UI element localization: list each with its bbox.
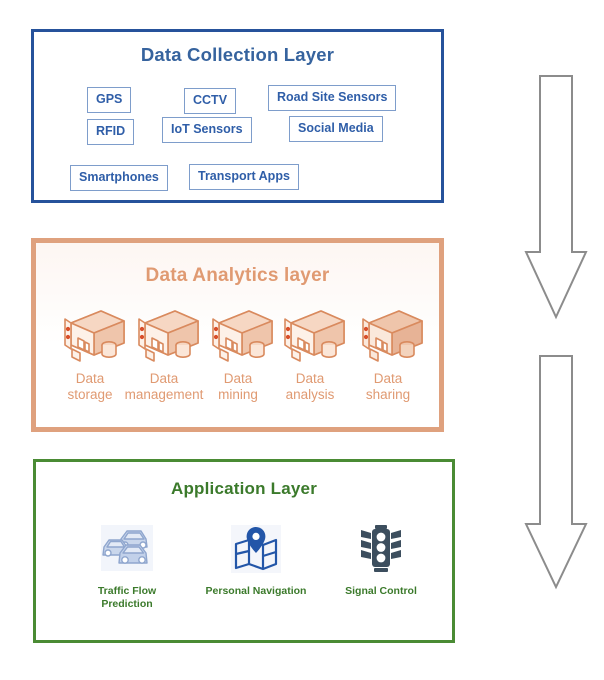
tag-cctv[interactable]: CCTV	[184, 88, 237, 114]
arrow-analytics-to-application	[524, 355, 588, 590]
data-analytics-layer-box: Data Analytics layer Data storage Data m…	[31, 238, 444, 432]
tag-gps[interactable]: GPS	[87, 87, 132, 113]
application-layer-title: Application Layer	[170, 479, 318, 498]
tag-smartphones[interactable]: Smartphones	[70, 165, 168, 191]
app-icon-wrapper	[72, 520, 182, 578]
application-item-label: Traffic Flow Prediction	[97, 585, 157, 611]
application-layer-box: Application Layer Traffic Flow Predictio…	[33, 459, 455, 643]
tag-road-site-sensors[interactable]: Road Site Sensors	[268, 85, 397, 111]
cars-traffic-icon	[101, 525, 153, 571]
application-item-signal-control[interactable]: Signal Control	[321, 520, 441, 598]
diagram-canvas: Data Collection Layer GPS CCTV Road Site…	[0, 0, 604, 680]
tag-transport-apps[interactable]: Transport Apps	[189, 164, 299, 190]
server-icon	[284, 310, 345, 362]
analytics-node-data-sharing[interactable]: Data sharing	[342, 305, 434, 403]
map-pin-icon	[231, 525, 281, 573]
arrow-collection-to-analytics	[524, 75, 588, 320]
analytics-node-label: Data sharing	[365, 371, 411, 402]
application-item-label: Signal Control	[345, 585, 417, 597]
traffic-light-icon	[361, 525, 401, 572]
tag-rfid[interactable]: RFID	[87, 119, 135, 145]
tag-iot-sensors[interactable]: IoT Sensors	[162, 117, 252, 143]
server-icon	[362, 310, 423, 362]
tag-social-media[interactable]: Social Media	[289, 116, 383, 142]
application-item-personal-navigation[interactable]: Personal Navigation	[176, 520, 336, 598]
data-analytics-layer-title: Data Analytics layer	[145, 265, 330, 286]
app-icon-wrapper	[321, 520, 441, 578]
application-item-traffic-flow-prediction[interactable]: Traffic Flow Prediction	[72, 520, 182, 611]
data-collection-layer-title: Data Collection Layer	[140, 44, 335, 65]
application-item-label: Personal Navigation	[205, 585, 307, 597]
app-icon-wrapper	[176, 520, 336, 578]
data-collection-layer-box: Data Collection Layer GPS CCTV Road Site…	[31, 29, 444, 203]
